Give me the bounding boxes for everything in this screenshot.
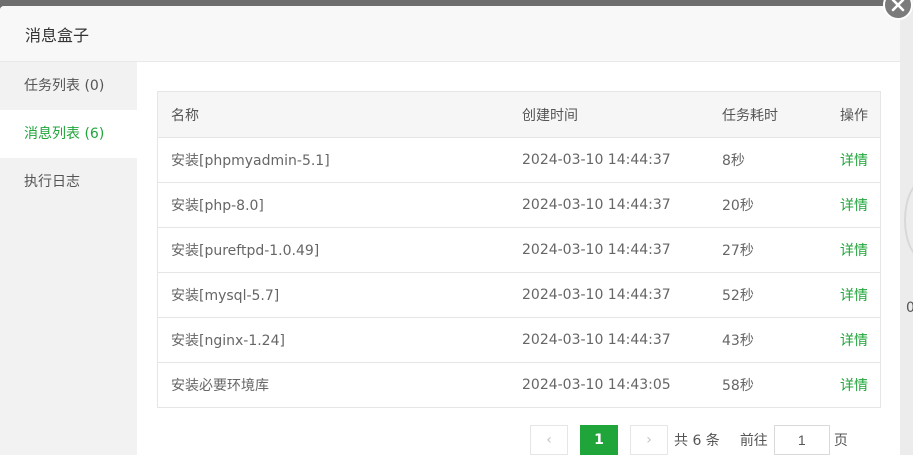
table-header-row: 名称 创建时间 任务耗时 操作 xyxy=(158,92,880,137)
cell-name: 安装必要环境库 xyxy=(171,378,269,394)
page-number-current[interactable]: 1 xyxy=(580,424,618,455)
cell-duration: 52秒 xyxy=(722,288,754,304)
cell-duration: 58秒 xyxy=(722,378,754,394)
close-icon xyxy=(891,0,905,12)
details-link[interactable]: 详情 xyxy=(840,153,868,169)
total-count: 共 6 条 xyxy=(674,432,720,449)
message-table: 名称 创建时间 任务耗时 操作 安装[phpmyadmin-5.1] 2024-… xyxy=(157,91,881,408)
table-row: 安装[phpmyadmin-5.1] 2024-03-10 14:44:37 8… xyxy=(158,137,880,182)
cell-duration: 27秒 xyxy=(722,243,754,259)
details-link[interactable]: 详情 xyxy=(840,243,868,259)
details-link[interactable]: 详情 xyxy=(840,378,868,394)
cell-created: 2024-03-10 14:44:37 xyxy=(522,197,671,213)
sidebar-item-message-list[interactable]: 消息列表 (6) xyxy=(0,110,137,158)
column-header-name: 名称 xyxy=(171,107,199,124)
cell-created: 2024-03-10 14:44:37 xyxy=(522,287,671,303)
cell-duration: 8秒 xyxy=(722,153,745,169)
column-header-created: 创建时间 xyxy=(522,107,578,124)
dialog-title: 消息盒子 xyxy=(25,25,90,45)
cell-name: 安装[nginx-1.24] xyxy=(171,333,285,349)
sidebar-item-execution-log[interactable]: 执行日志 xyxy=(0,158,137,206)
sidebar: 任务列表 (0) 消息列表 (6) 执行日志 xyxy=(0,62,137,455)
cell-created: 2024-03-10 14:44:37 xyxy=(522,152,671,168)
goto-label: 前往 xyxy=(739,432,768,449)
cell-duration: 20秒 xyxy=(722,198,754,214)
page-unit-label: 页 xyxy=(833,432,848,449)
table-row: 安装必要环境库 2024-03-10 14:43:05 58秒 详情 xyxy=(158,362,880,407)
cell-created: 2024-03-10 14:44:37 xyxy=(522,332,671,348)
cell-name: 安装[php-8.0] xyxy=(171,198,264,214)
cell-created: 2024-03-10 14:44:37 xyxy=(522,242,671,258)
details-link[interactable]: 详情 xyxy=(840,288,868,304)
message-table-container: 名称 创建时间 任务耗时 操作 安装[phpmyadmin-5.1] 2024-… xyxy=(157,91,881,408)
table-row: 安装[mysql-5.7] 2024-03-10 14:44:37 52秒 详情 xyxy=(158,272,880,317)
cell-name: 安装[pureftpd-1.0.49] xyxy=(171,243,320,259)
backdrop-page: 0 xyxy=(900,0,913,455)
background-text: 0 xyxy=(906,300,913,316)
details-link[interactable]: 详情 xyxy=(840,198,868,214)
pagination: ‹ 1 › 共 6 条 前往 页 xyxy=(530,424,848,455)
cell-created: 2024-03-10 14:43:05 xyxy=(522,377,671,393)
column-header-duration: 任务耗时 xyxy=(722,107,778,124)
column-header-action: 操作 xyxy=(840,107,868,124)
goto-page-input[interactable] xyxy=(773,424,830,455)
prev-page-button[interactable]: ‹ xyxy=(530,424,568,455)
chevron-right-icon: › xyxy=(646,431,652,448)
next-page-button[interactable]: › xyxy=(630,424,668,455)
chevron-left-icon: ‹ xyxy=(546,431,552,448)
cell-name: 安装[phpmyadmin-5.1] xyxy=(171,153,330,169)
table-row: 安装[php-8.0] 2024-03-10 14:44:37 20秒 详情 xyxy=(158,182,880,227)
sidebar-item-task-list[interactable]: 任务列表 (0) xyxy=(0,62,137,110)
table-row: 安装[nginx-1.24] 2024-03-10 14:44:37 43秒 详… xyxy=(158,317,880,362)
cell-duration: 43秒 xyxy=(722,333,754,349)
table-row: 安装[pureftpd-1.0.49] 2024-03-10 14:44:37 … xyxy=(158,227,880,272)
background-shape xyxy=(904,180,913,260)
cell-name: 安装[mysql-5.7] xyxy=(171,288,280,304)
dialog-header: 消息盒子 xyxy=(0,6,900,62)
details-link[interactable]: 详情 xyxy=(840,333,868,349)
